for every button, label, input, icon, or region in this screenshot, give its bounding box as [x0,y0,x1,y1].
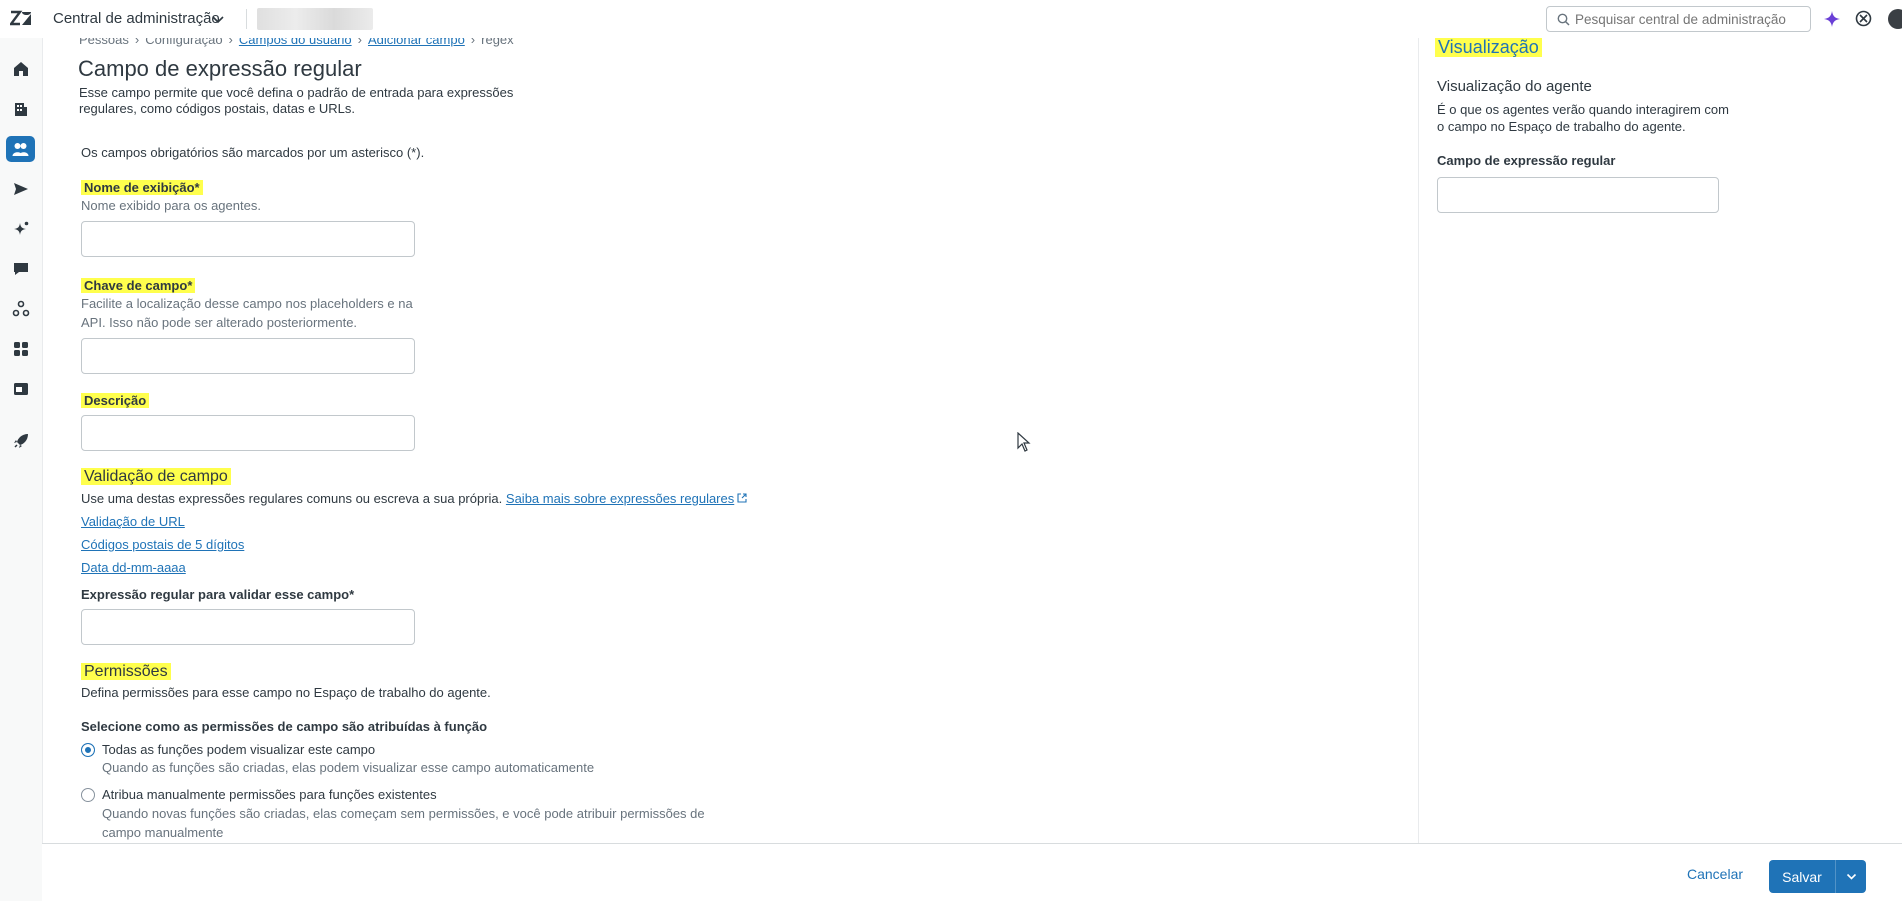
regex-field[interactable] [81,609,415,645]
display-name-hint: Nome exibido para os agentes. [81,198,261,213]
cancel-button[interactable]: Cancelar [1680,859,1750,889]
search-box[interactable] [1546,6,1811,32]
search-input[interactable] [1575,10,1805,28]
products-icon[interactable] [1855,10,1872,27]
preset-zip-code-link[interactable]: Códigos postais de 5 dígitos [81,537,244,552]
nav-people-active[interactable] [6,136,35,162]
preset-date-link[interactable]: Data dd-mm-aaaa [81,560,186,575]
building-icon[interactable] [12,100,30,118]
permissions-description: Defina permissões para esse campo no Esp… [81,685,491,700]
display-name-label: Nome de exibição* [81,180,203,195]
preview-description: É o que os agentes verão quando interagi… [1437,102,1729,134]
breadcrumb-link[interactable]: Campos do usuário [239,38,352,47]
permissions-question: Selecione como as permissões de campo sã… [81,719,488,734]
home-icon[interactable] [12,60,30,78]
external-link-icon [737,493,747,503]
page-title: Campo de expressão regular [78,56,362,81]
radio-all-roles-hint: Quando as funções são criadas, elas pode… [102,760,595,775]
breadcrumb: Pessoas › Configuração › Campos do usuário › A… [79,38,514,47]
save-button[interactable]: Salvar [1769,860,1835,893]
required-note: Os campos obrigatórios são marcados por … [81,145,425,160]
description-label: Descrição [81,393,150,408]
display-name-field[interactable] [81,221,415,257]
breadcrumb-link[interactable]: Adicionar campo [368,38,465,47]
preview-title: Visualização [1435,38,1542,58]
preview-subtitle: Visualização do agente [1437,78,1592,95]
radio-manual-roles-label[interactable]: Atribua manualmente permissões para funç… [102,787,437,802]
ai-sparkle-icon[interactable] [1823,10,1841,28]
page-description: Esse campo permite que você defina o pad… [79,85,514,116]
breadcrumb-item: Pessoas [79,38,129,47]
workspace-icon[interactable] [12,380,30,398]
learn-more-regex-link[interactable]: Saiba mais sobre expressões regulares [506,491,734,506]
zendesk-logo-icon[interactable] [10,9,32,29]
validation-section-title: Validação de campo [81,468,231,486]
top-bar: Central de administração [0,0,1902,38]
radio-manual-roles-hint: Quando novas funções são criadas, elas c… [102,806,705,840]
chevron-down-icon [1846,873,1857,880]
preview-field-label: Campo de expressão regular [1437,153,1616,168]
avatar[interactable] [1888,9,1902,29]
field-key-field[interactable] [81,338,415,374]
rocket-icon[interactable] [12,432,30,450]
radio-all-roles[interactable] [81,743,95,757]
mouse-cursor-icon [1017,432,1031,452]
field-key-label: Chave de campo* [81,278,196,293]
send-icon[interactable] [12,180,30,198]
field-key-hint-line1: Facilite a localização desse campo nos p… [81,296,413,311]
footer-bar: Cancelar Salvar [42,843,1902,901]
search-icon [1557,13,1570,26]
radio-all-roles-label[interactable]: Todas as funções podem visualizar este c… [102,742,375,757]
people-icon [12,143,29,156]
regex-label: Expressão regular para validar esse camp… [81,587,355,602]
description-field[interactable] [81,415,415,451]
save-options-button[interactable] [1835,860,1866,893]
main-content: Pessoas › Configuração › Campos do usuário › A… [42,38,1418,843]
preset-url-validation-link[interactable]: Validação de URL [81,514,185,529]
divider [246,9,247,29]
validation-description: Use uma destas expressões regulares comu… [81,491,747,506]
preview-panel: Visualização Visualização do agente É o … [1418,38,1902,843]
chevron-down-icon[interactable] [211,12,225,26]
field-key-hint-line2: API. Isso não pode ser alterado posterio… [81,315,358,330]
breadcrumb-item: Configuração [145,38,223,47]
breadcrumb-current: regex [481,38,514,47]
preview-regex-field[interactable] [1437,177,1719,213]
radio-manual-roles[interactable] [81,788,95,802]
app-title[interactable]: Central de administração [53,10,220,27]
apps-icon[interactable] [12,340,30,358]
permissions-section-title: Permissões [81,663,171,681]
sparkle-icon[interactable] [12,220,30,238]
account-name-redacted [257,8,373,30]
objects-icon[interactable] [12,300,30,318]
chat-icon[interactable] [12,260,30,278]
left-nav [0,38,42,901]
save-split-button: Salvar [1769,860,1866,893]
